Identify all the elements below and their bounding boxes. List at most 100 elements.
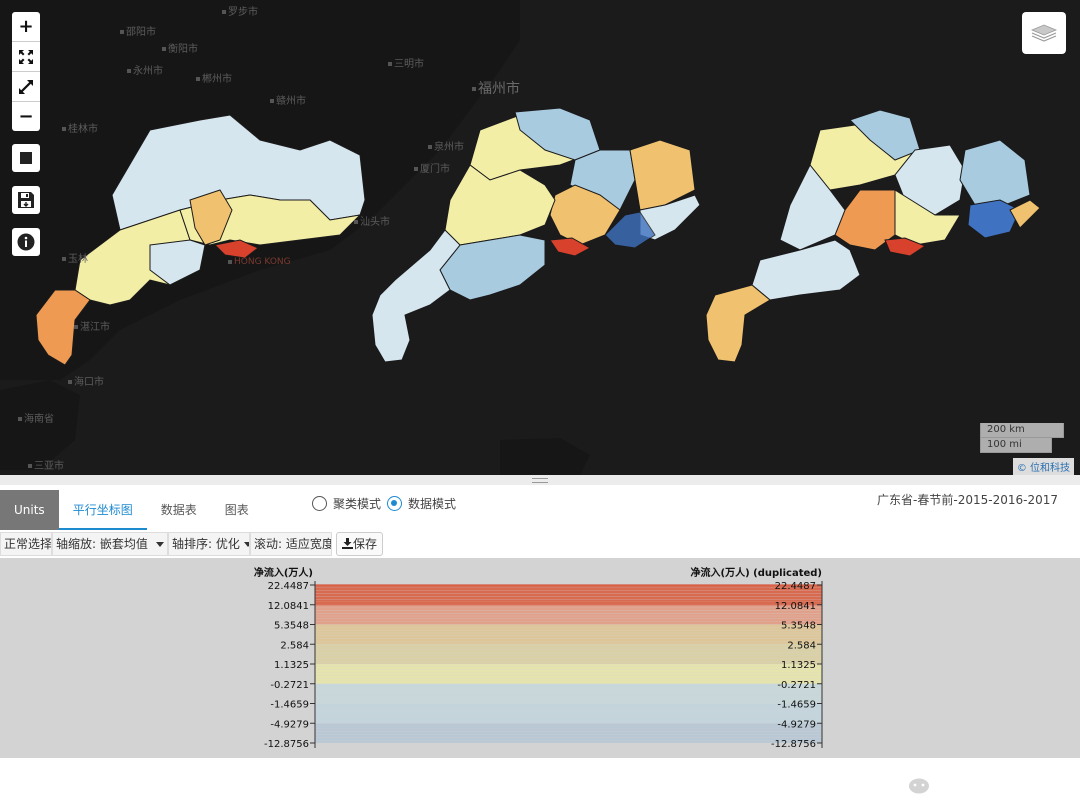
stop-icon (20, 152, 32, 164)
expand-button[interactable] (12, 72, 40, 102)
wechat-watermark: 位和科技 (892, 763, 1048, 800)
tab-chart[interactable]: 图表 (211, 490, 263, 530)
region (371, 229, 461, 363)
tab-units[interactable]: Units (0, 490, 59, 530)
place-label: 厦门市 (414, 160, 450, 175)
axis-tick-label: -12.8756 (264, 739, 309, 750)
place-label-hongkong: HONG KONG (228, 257, 291, 267)
save-button[interactable]: 保存 (336, 532, 384, 556)
axis-tick-label: -1.4659 (777, 700, 816, 711)
axis-tick-label: 1.1325 (781, 660, 816, 671)
zoom-in-button[interactable]: + (12, 12, 40, 42)
place-label: 三亚市 (28, 457, 64, 472)
axis-scale-select[interactable]: 轴缩放: 嵌套均值 (52, 532, 168, 556)
data-mode-label: 数据模式 (408, 497, 457, 511)
selection-mode-select[interactable]: 正常选择 (0, 532, 52, 556)
axis-tick-label: 5.3548 (781, 621, 816, 632)
place-label: 三明市 (388, 55, 424, 70)
axis-sort-select[interactable]: 轴排序: 优化 (168, 532, 250, 556)
choropleth-map-3 (705, 109, 1041, 363)
axis-tick-label: -0.2721 (777, 680, 816, 691)
axis-tick-label: -0.2721 (270, 680, 309, 691)
axis-tick-label: -1.4659 (270, 700, 309, 711)
zoom-out-button[interactable]: − (12, 102, 40, 131)
value-bands (315, 584, 822, 743)
region (444, 164, 556, 246)
place-label: 玉林 (62, 250, 88, 265)
taiwan-coast (500, 438, 590, 475)
expand-diagonal-icon (19, 79, 33, 94)
region (959, 139, 1031, 206)
left-axis-title: 净流入(万人) (254, 566, 313, 579)
parallel-coordinates-chart[interactable]: 净流入(万人) 净流入(万人) (duplicated) 22.4487 12.0… (0, 558, 1080, 758)
chevron-down-icon (156, 541, 164, 547)
right-axis-title: 净流入(万人) (duplicated) (691, 566, 822, 579)
scroll-mode-select[interactable]: 滚动: 适应宽度 (250, 532, 332, 556)
zoom-control-group: + − (12, 12, 40, 131)
axis-tick-label: 5.3548 (274, 621, 309, 632)
place-label: 汕头市 (354, 213, 390, 228)
attribution-link[interactable]: © 位和科技 (1017, 463, 1070, 474)
axis-tick-label: 2.584 (787, 640, 816, 651)
floppy-save-icon (18, 192, 34, 208)
axis-scale-value: 轴缩放: 嵌套均值 (56, 537, 148, 551)
place-label: 泉州市 (428, 138, 464, 153)
place-label: 桂林市 (62, 120, 98, 135)
stop-button[interactable] (12, 144, 40, 172)
place-label: 海口市 (68, 373, 104, 388)
layers-button[interactable] (1022, 12, 1066, 54)
fullscreen-icon (19, 49, 33, 64)
selection-mode-value: 正常选择 (4, 537, 52, 551)
map-attribution: © 位和科技 (1012, 458, 1074, 475)
axis-tick-label: -4.9279 (777, 719, 816, 730)
download-icon (342, 538, 353, 549)
axis-tick-label: -4.9279 (270, 719, 309, 730)
place-label: 罗步市 (222, 3, 258, 18)
axis-tick-label: 1.1325 (274, 660, 309, 671)
parcoords-toolbar: 正常选择 轴缩放: 嵌套均值 轴排序: 优化 滚动: 适应宽度 保存 (0, 532, 384, 556)
axis-tick-label: -12.8756 (771, 739, 816, 750)
axis-tick-label: 2.584 (280, 640, 309, 651)
tab-data-table[interactable]: 数据表 (147, 490, 211, 530)
region (705, 284, 771, 363)
panel-splitter[interactable] (0, 475, 1080, 485)
axis-tick-label: 22.4487 (268, 581, 309, 592)
splitter-grip-icon (532, 478, 548, 483)
place-label: 郴州市 (196, 70, 232, 85)
scale-bar-mi: 100 mi (980, 438, 1052, 453)
place-label: 湛江市 (74, 318, 110, 333)
save-label: 保存 (353, 537, 378, 551)
panel-title: 广东省-春节前-2015-2016-2017 (877, 493, 1058, 507)
info-icon (17, 233, 35, 251)
panel-tabs: Units 平行坐标图 数据表 图表 (0, 490, 263, 530)
radio-on-icon (387, 496, 402, 511)
axis-sort-value: 轴排序: 优化 (172, 537, 240, 551)
scale-bar-km: 200 km (980, 423, 1064, 438)
left-axis-ticks: 22.4487 12.0841 5.3548 2.584 1.1325 -0.2721 -1… (264, 581, 315, 750)
cluster-mode-radio[interactable]: 聚类模式 (312, 495, 381, 512)
save-map-button[interactable] (12, 186, 40, 214)
axis-tick-label: 12.0841 (775, 601, 816, 612)
place-label: 邵阳市 (120, 23, 156, 38)
region (967, 199, 1021, 239)
scroll-mode-value: 滚动: 适应宽度 (254, 537, 332, 551)
watermark-text: 位和科技 (940, 769, 1049, 799)
analysis-panel: Units 平行坐标图 数据表 图表 聚类模式 数据模式 广东省-春节前-201… (0, 485, 1080, 799)
region (1009, 199, 1041, 229)
data-mode-radio[interactable]: 数据模式 (387, 495, 456, 512)
tab-parallel-coordinates[interactable]: 平行坐标图 (58, 490, 147, 530)
layers-icon (1030, 24, 1058, 42)
place-label: 赣州市 (270, 92, 306, 107)
region (751, 239, 861, 301)
axis-tick-label: 12.0841 (268, 601, 309, 612)
place-label: 永州市 (127, 62, 163, 77)
parallel-coordinates-plot-area: 净流入(万人) 净流入(万人) (duplicated) 22.4487 12.0… (0, 558, 1080, 799)
fullscreen-button[interactable] (12, 42, 40, 72)
place-label-fuzhou: 福州市 (472, 78, 520, 98)
map-view[interactable]: 罗步市邵阳市 衡阳市三明市 永州市郴州市赣州市桂林市厦门市 泉州市汕头市玉林湛江市海口… (0, 0, 1080, 475)
radio-off-icon (312, 496, 327, 511)
place-label: 海南省 (18, 410, 54, 425)
info-button[interactable] (12, 228, 40, 256)
axis-tick-label: 22.4487 (775, 581, 816, 592)
place-label: 衡阳市 (162, 40, 198, 55)
